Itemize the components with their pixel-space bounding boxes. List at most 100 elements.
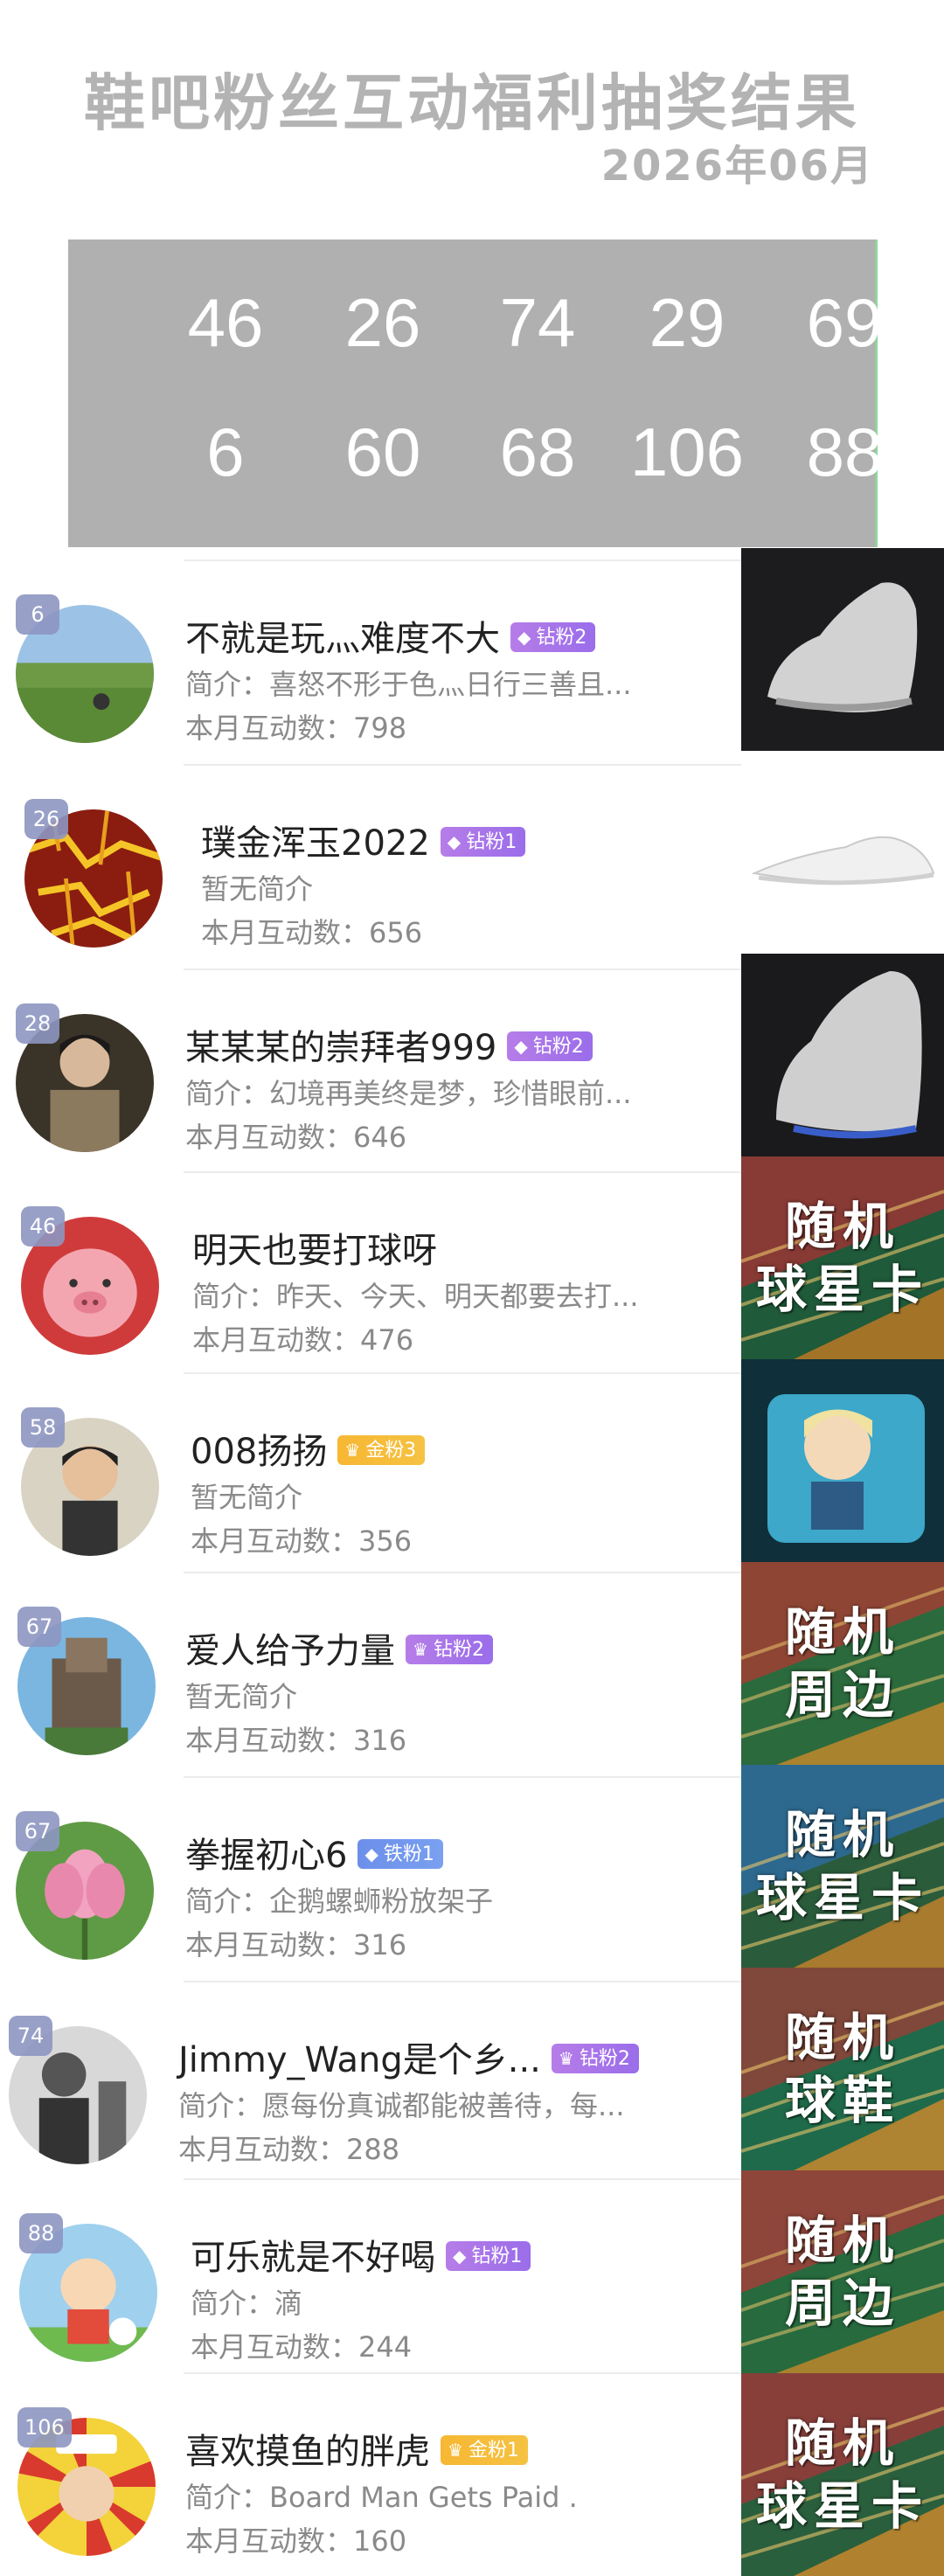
prize-label-line: 周边 xyxy=(784,2274,900,2333)
username-text: 可乐就是不好喝 xyxy=(191,2238,435,2278)
winner-row[interactable]: 58 008扬扬 ♛ 金粉3 暂无简介 本月互动数：356 xyxy=(0,1372,741,1575)
row-divider xyxy=(184,1776,741,1778)
winner-row[interactable]: 28 某某某的崇拜者999 ◆ 钻粉2 简介：幻境再美终是梦，珍惜眼前... 本月互… xyxy=(0,969,741,1171)
prize-label-line: 随机 xyxy=(784,1805,900,1864)
rank-badge: 67 xyxy=(17,1607,61,1647)
prize-label-line: 随机 xyxy=(784,1602,900,1662)
winner-row[interactable]: 46 明天也要打球呀 简介：昨天、今天、明天都要去打... 本月互动数：476 xyxy=(0,1171,741,1374)
username-text: Jimmy_Wang是个乡... xyxy=(178,2040,541,2080)
prize-label-line: 随机 xyxy=(784,2211,900,2270)
fan-level-badge: ◆ 钻粉1 xyxy=(446,2241,531,2271)
header: 鞋吧粉丝互动福利抽奖结果 2026年06月 xyxy=(0,0,944,219)
row-divider xyxy=(184,1981,741,1982)
winner-row[interactable]: 67 拳握初心6 ◆ 铁粉1 简介：企鹅螺蛳粉放架子 本月互动数：316 xyxy=(0,1776,741,1979)
winning-number: 106 xyxy=(629,413,745,490)
prize-label-line: 随机 xyxy=(784,1197,900,1256)
prize-sneaker-image[interactable] xyxy=(741,751,944,954)
interaction-count: 本月互动数：316 xyxy=(185,1724,407,1757)
prize-label-line: 球鞋 xyxy=(784,2071,900,2130)
user-intro: 简介：滴 xyxy=(191,2287,303,2320)
fan-level-badge: ♛ 金粉1 xyxy=(441,2435,528,2465)
row-divider xyxy=(184,559,741,561)
username[interactable]: 喜欢摸鱼的胖虎 ♛ 金粉1 xyxy=(185,2423,528,2474)
diamond-icon: ◆ xyxy=(447,831,462,852)
row-divider xyxy=(184,764,741,766)
interaction-count: 本月互动数：316 xyxy=(185,1928,407,1962)
crown-icon: ♛ xyxy=(344,1440,361,1461)
user-intro: 暂无简介 xyxy=(201,872,314,906)
prize-label: 随机 球鞋 xyxy=(741,1968,944,2170)
user-intro: 简介：喜怒不形于色灬日行三善且... xyxy=(185,668,632,701)
prize-card-random-sneakers[interactable]: 随机 球鞋 xyxy=(741,1968,944,2170)
prize-label-line: 随机 xyxy=(784,2008,900,2067)
winning-number: 6 xyxy=(206,413,245,490)
rank-badge: 58 xyxy=(21,1407,65,1448)
username-text: 明天也要打球呀 xyxy=(192,1231,437,1271)
rank-badge: 106 xyxy=(17,2407,72,2448)
crown-icon: ♛ xyxy=(413,1639,428,1660)
page-title: 鞋吧粉丝互动福利抽奖结果 xyxy=(84,67,860,139)
username[interactable]: 某某某的崇拜者999 ◆ 钻粉2 xyxy=(185,1019,593,1070)
prize-label: 随机 球星卡 xyxy=(741,2373,944,2576)
prize-label-line: 周边 xyxy=(784,1665,900,1725)
username[interactable]: 拳握初心6 ◆ 铁粉1 xyxy=(185,1827,443,1878)
crown-icon: ♛ xyxy=(448,2440,463,2461)
username-text: 008扬扬 xyxy=(191,1432,328,1472)
username[interactable]: 008扬扬 ♛ 金粉3 xyxy=(191,1423,426,1474)
crown-icon: ♛ xyxy=(558,2048,574,2069)
winner-row[interactable]: 26 璞金浑玉2022 ◆ 钻粉1 暂无简介 本月互动数：656 xyxy=(0,764,741,967)
username-text: 喜欢摸鱼的胖虎 xyxy=(185,2432,430,2472)
fan-level-badge: ◆ 钻粉2 xyxy=(507,1031,593,1061)
prize-card-random-merch[interactable]: 随机 周边 xyxy=(741,2170,944,2373)
row-divider xyxy=(184,2372,741,2374)
username[interactable]: 不就是玩灬难度不大 ◆ 钻粉2 xyxy=(185,610,596,661)
winner-row[interactable]: 88 可乐就是不好喝 ◆ 钻粉1 简介：滴 本月互动数：244 xyxy=(0,2178,741,2381)
prize-label-line: 球星卡 xyxy=(755,1260,929,1319)
winning-numbers-row: 46 26 74 29 69 xyxy=(68,283,883,388)
prize-card-random-star-card[interactable]: 随机 球星卡 xyxy=(741,1156,944,1359)
row-divider xyxy=(184,1171,741,1173)
diamond-icon: ◆ xyxy=(517,627,531,648)
winning-number: 68 xyxy=(499,413,576,490)
username-text: 爱人给予力量 xyxy=(185,1631,395,1671)
user-intro: 暂无简介 xyxy=(191,1481,303,1514)
winning-numbers-panel: 46 26 74 29 69 6 60 68 106 88 xyxy=(68,240,883,547)
user-intro: 简介：昨天、今天、明天都要去打... xyxy=(192,1280,639,1313)
interaction-count: 本月互动数：656 xyxy=(201,916,423,949)
username[interactable]: Jimmy_Wang是个乡... ♛ 钻粉2 xyxy=(178,2031,639,2082)
username-text: 不就是玩灬难度不大 xyxy=(185,619,500,659)
username[interactable]: 璞金浑玉2022 ◆ 钻粉1 xyxy=(201,815,526,865)
prize-sneaker-image[interactable] xyxy=(741,954,944,1156)
prize-card-random-star-card[interactable]: 随机 球星卡 xyxy=(741,2373,944,2576)
interaction-count: 本月互动数：356 xyxy=(191,1524,413,1558)
fan-level-badge: ♛ 钻粉2 xyxy=(551,2044,639,2073)
rank-badge: 46 xyxy=(21,1206,65,1246)
interaction-count: 本月互动数：646 xyxy=(185,1121,407,1154)
username[interactable]: 明天也要打球呀 xyxy=(192,1222,437,1273)
username[interactable]: 可乐就是不好喝 ◆ 钻粉1 xyxy=(191,2229,531,2280)
winner-row[interactable]: 106 喜欢摸鱼的胖虎 ♛ 金粉1 简介：Board Man Gets Paid .… xyxy=(0,2372,741,2575)
prize-sneaker-image[interactable] xyxy=(741,548,944,751)
winner-row[interactable]: 74 Jimmy_Wang是个乡... ♛ 钻粉2 简介：愿每份真诚都能被善待，每.… xyxy=(0,1981,741,2184)
interaction-count: 本月互动数：476 xyxy=(192,1323,414,1357)
winning-number: 69 xyxy=(806,284,883,361)
prize-anime-pillow-image[interactable] xyxy=(741,1359,944,1562)
fan-level-badge: ♛ 金粉3 xyxy=(337,1435,426,1465)
diamond-icon: ◆ xyxy=(453,2246,467,2267)
interaction-count: 本月互动数：798 xyxy=(185,712,407,745)
user-intro: 简介：企鹅螺蛳粉放架子 xyxy=(185,1885,494,1918)
prize-card-random-merch[interactable]: 随机 周边 xyxy=(741,1562,944,1765)
fan-level-text: 金粉1 xyxy=(468,2440,519,2461)
winner-row[interactable]: 6 不就是玩灬难度不大 ◆ 钻粉2 简介：喜怒不形于色灬日行三善且... 本月互动数… xyxy=(0,559,741,762)
winning-numbers-row: 6 60 68 106 88 xyxy=(68,413,882,517)
page-date: 2026年06月 xyxy=(600,142,874,191)
prize-label: 随机 周边 xyxy=(741,2170,944,2373)
row-divider xyxy=(184,969,741,970)
prize-card-random-star-card[interactable]: 随机 球星卡 xyxy=(741,1765,944,1968)
winner-row[interactable]: 67 爱人给予力量 ♛ 钻粉2 暂无简介 本月互动数：316 xyxy=(0,1572,741,1774)
interaction-count: 本月互动数：288 xyxy=(178,2133,400,2166)
row-divider xyxy=(184,1572,741,1573)
user-intro: 简介：愿每份真诚都能被善待，每... xyxy=(178,2089,625,2122)
username[interactable]: 爱人给予力量 ♛ 钻粉2 xyxy=(185,1622,493,1673)
interaction-count: 本月互动数：244 xyxy=(191,2330,413,2364)
